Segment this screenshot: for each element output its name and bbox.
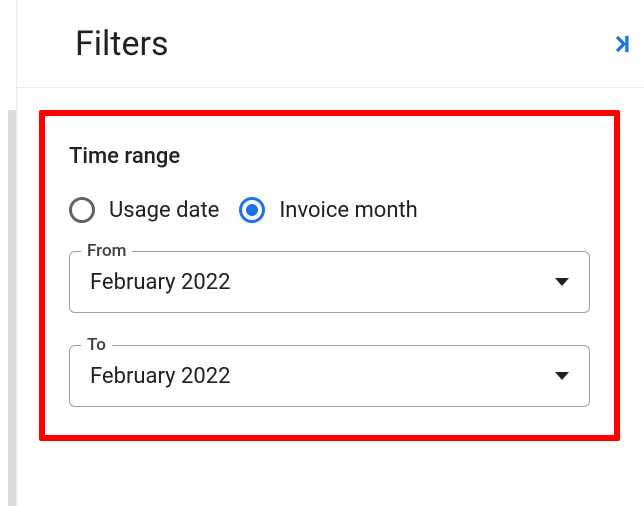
from-field: From February 2022	[69, 251, 590, 313]
radio-inner-dot	[246, 204, 258, 216]
radio-usage-date[interactable]: Usage date	[69, 197, 219, 223]
dropdown-caret-icon	[555, 372, 569, 380]
to-field: To February 2022	[69, 345, 590, 407]
radio-icon-selected	[239, 197, 265, 223]
dropdown-caret-icon	[555, 278, 569, 286]
radio-icon-unselected	[69, 197, 95, 223]
chevron-collapse-icon	[610, 30, 638, 58]
filters-header: Filters	[17, 0, 644, 88]
filters-content: Time range Usage date Invoice month From…	[17, 88, 644, 465]
to-value: February 2022	[90, 364, 555, 389]
filters-title: Filters	[75, 24, 169, 64]
time-range-radio-group: Usage date Invoice month	[69, 197, 590, 223]
from-value: February 2022	[90, 270, 555, 295]
to-label: To	[81, 335, 112, 355]
filters-panel: Filters Time range Usage date Invoice m	[16, 0, 644, 506]
collapse-panel-button[interactable]	[608, 28, 640, 60]
radio-label-invoice-month: Invoice month	[279, 198, 417, 223]
left-rail	[0, 0, 16, 506]
left-rail-scrub	[8, 110, 16, 506]
to-select[interactable]: February 2022	[69, 345, 590, 407]
time-range-title: Time range	[69, 144, 590, 169]
from-label: From	[81, 241, 132, 261]
from-select[interactable]: February 2022	[69, 251, 590, 313]
radio-invoice-month[interactable]: Invoice month	[239, 197, 417, 223]
radio-label-usage-date: Usage date	[109, 198, 219, 223]
time-range-highlight: Time range Usage date Invoice month From…	[39, 110, 620, 441]
